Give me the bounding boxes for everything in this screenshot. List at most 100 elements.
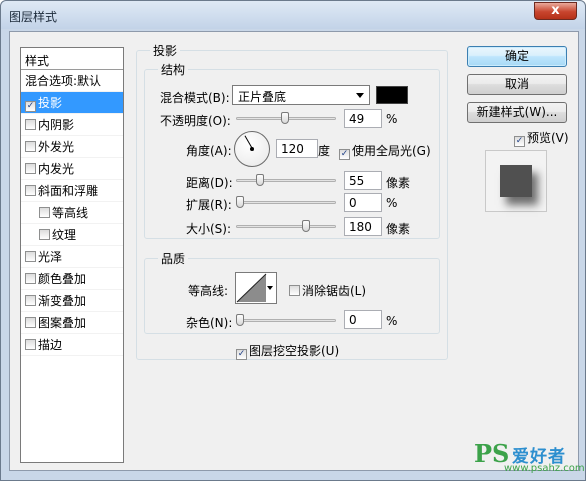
angle-unit: 度 [318,144,331,158]
checkbox-icon[interactable] [39,229,50,240]
spread-unit: % [386,196,398,210]
new-style-button[interactable]: 新建样式(W)... [467,102,567,123]
styles-list-item-label: 斜面和浮雕 [38,184,99,198]
opacity-slider[interactable] [236,112,336,124]
global-light-label: 使用全局光(G) [352,144,431,158]
noise-input[interactable]: 0 [344,310,382,329]
noise-unit: % [386,314,398,328]
opacity-input[interactable]: 49 [344,109,382,128]
size-label: 大小(S): [186,222,232,236]
checkbox-icon[interactable] [25,339,36,350]
styles-list-item-label: 纹理 [52,228,77,242]
checkbox-icon[interactable] [25,251,36,262]
styles-list-item-label: 等高线 [52,206,89,220]
distance-slider[interactable] [236,174,336,186]
styles-list-item-label: 图案叠加 [38,316,87,330]
knockout-checkbox[interactable]: ✓ 图层挖空投影(U) [236,342,339,360]
styles-list-item-label: 内阴影 [38,118,75,132]
global-light-checkbox[interactable]: ✓ 使用全局光(G) [339,142,431,160]
size-slider-track [236,225,336,228]
blend-mode-select[interactable]: 正片叠底 [232,85,370,105]
styles-list-item-label: 外发光 [38,140,75,154]
quality-title: 品质 [158,250,189,267]
styles-list-item[interactable]: 描边 [21,334,123,356]
styles-list-item[interactable]: 纹理 [21,224,123,246]
angle-dial[interactable] [234,131,270,167]
watermark-logo: PS 爱好者 www.psahz.com [474,439,585,477]
checkbox-icon[interactable] [25,119,36,130]
opacity-slider-thumb[interactable] [281,112,290,124]
styles-list-item[interactable]: 混合选项:默认 [21,70,123,92]
checkbox-icon[interactable] [25,185,36,196]
styles-list: 样式 混合选项:默认 ✓ 投影内阴影外发光内发光斜面和浮雕等高线纹理光泽颜色叠加渐变… [20,47,124,463]
contour-picker[interactable] [235,272,277,304]
size-slider-thumb[interactable] [302,220,311,232]
styles-list-item-label: 描边 [38,338,63,352]
styles-list-item[interactable]: 外发光 [21,136,123,158]
chevron-down-icon [267,286,273,290]
spread-slider-track [236,201,336,204]
styles-list-item[interactable]: 图案叠加 [21,312,123,334]
noise-slider[interactable] [236,314,336,326]
angle-input[interactable]: 120 [276,139,318,158]
opacity-unit: % [386,112,398,126]
styles-list-item-label: 渐变叠加 [38,294,87,308]
contour-label: 等高线: [188,284,229,298]
checkbox-icon: ✓ [514,136,525,147]
styles-list-item[interactable]: ✓ 投影 [21,92,123,114]
checkbox-icon[interactable]: ✓ [25,101,36,112]
styles-list-item-label: 混合选项:默认 [25,74,102,88]
dialog-body: 样式 混合选项:默认 ✓ 投影 内阴影 外发光 内发光 斜面和浮雕 等高线 纹理 光泽 颜色叠加 渐变… [9,31,579,471]
distance-slider-thumb[interactable] [256,174,265,186]
spread-label: 扩展(R): [186,198,232,212]
styles-list-item-label: 光泽 [38,250,63,264]
preview-swatch [500,165,532,197]
styles-list-item[interactable]: 内阴影 [21,114,123,136]
preview-label: 预览(V) [527,131,569,145]
opacity-label: 不透明度(O): [160,114,231,128]
drop-shadow-title: 投影 [150,42,181,59]
styles-list-item[interactable]: 内发光 [21,158,123,180]
style-preview [485,150,547,212]
styles-list-item[interactable]: 渐变叠加 [21,290,123,312]
checkbox-icon: ✓ [339,149,350,160]
checkbox-icon[interactable] [39,207,50,218]
anti-alias-checkbox[interactable]: 消除锯齿(L) [289,282,366,299]
styles-list-item[interactable]: 斜面和浮雕 [21,180,123,202]
window-title: 图层样式 [9,10,58,24]
cancel-button[interactable]: 取消 [467,74,567,95]
styles-list-item[interactable]: 等高线 [21,202,123,224]
knockout-label: 图层挖空投影(U) [249,344,340,358]
styles-list-item-label: 投影 [38,96,63,110]
distance-input[interactable]: 55 [344,171,382,190]
checkbox-icon[interactable] [25,163,36,174]
checkbox-icon[interactable] [25,295,36,306]
distance-slider-track [236,179,336,182]
chevron-down-icon [356,93,364,98]
size-input[interactable]: 180 [344,217,382,236]
spread-slider-thumb[interactable] [236,196,244,208]
size-unit: 像素 [386,222,411,236]
distance-unit: 像素 [386,176,411,190]
blend-mode-value: 正片叠底 [238,90,287,104]
styles-list-item[interactable]: 颜色叠加 [21,268,123,290]
distance-label: 距离(D): [186,176,233,190]
shadow-color-swatch[interactable] [376,86,408,104]
angle-label: 角度(A): [186,144,232,158]
noise-slider-track [236,319,336,322]
spread-input[interactable]: 0 [344,193,382,212]
close-button[interactable]: x [534,2,577,20]
checkbox-icon[interactable] [25,317,36,328]
angle-dial-center [250,147,254,151]
preview-checkbox[interactable]: ✓ 预览(V) [514,129,569,147]
checkbox-icon[interactable] [25,273,36,284]
noise-slider-thumb[interactable] [236,314,244,326]
styles-list-item-label: 内发光 [38,162,75,176]
styles-list-header[interactable]: 样式 [21,48,123,70]
checkbox-icon[interactable] [25,141,36,152]
styles-list-item[interactable]: 光泽 [21,246,123,268]
spread-slider[interactable] [236,196,336,208]
size-slider[interactable] [236,220,336,232]
ok-button[interactable]: 确定 [467,46,567,67]
title-bar[interactable]: 图层样式 x [1,1,585,29]
